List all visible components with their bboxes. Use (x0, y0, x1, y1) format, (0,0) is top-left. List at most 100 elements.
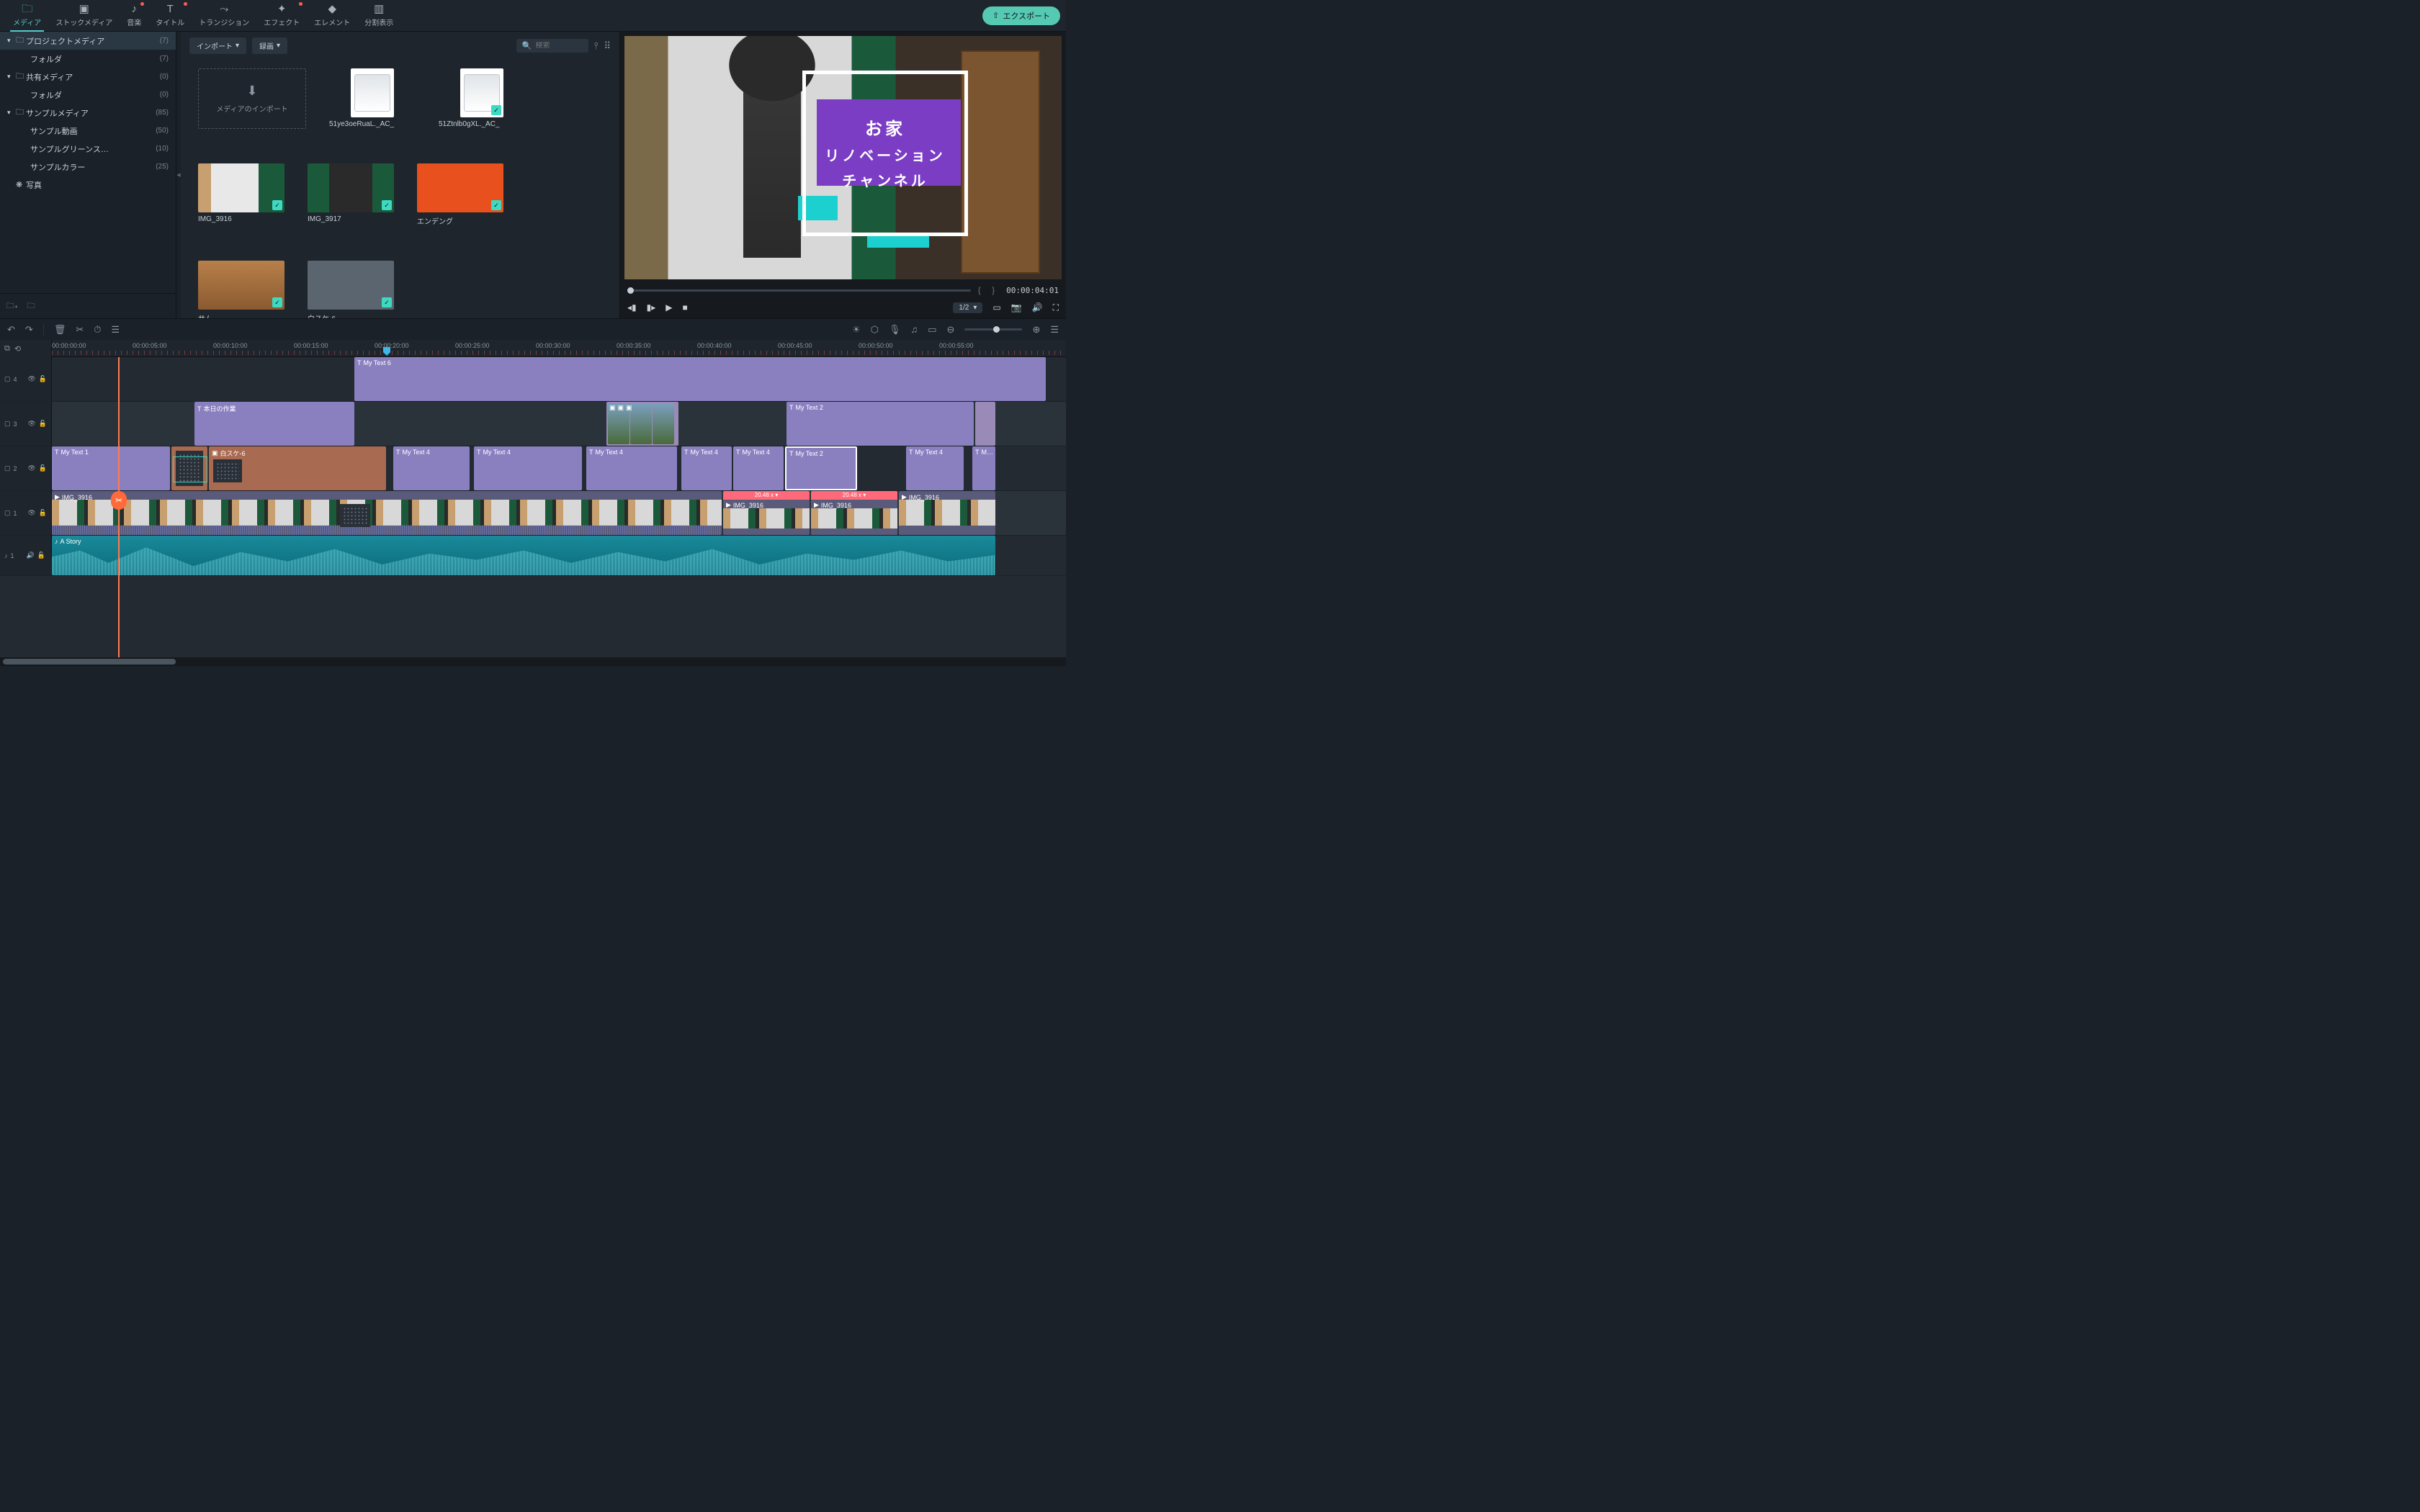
adjust-button[interactable]: ☰ (111, 324, 120, 336)
clip-overlay[interactable]: ▣白スケ-6 (209, 446, 386, 490)
lock-icon[interactable]: 🔓 (39, 420, 47, 428)
redo-button[interactable]: ↷ (25, 324, 33, 336)
zoom-out-button[interactable]: ⊖ (947, 324, 955, 336)
clip-text[interactable]: TMy Text 4 (681, 446, 732, 490)
open-folder-button[interactable]: 🗀 (24, 300, 37, 312)
media-item[interactable]: ✓IMG_3916 (198, 163, 284, 226)
tab-effect[interactable]: ✦エフェクト (256, 1, 307, 30)
sidebar-project-media[interactable]: ▾🗀プロジェクトメディア(7) (0, 32, 176, 50)
zoom-slider[interactable] (964, 328, 1022, 330)
sidebar-sample-color[interactable]: サンプルカラー(25) (0, 158, 176, 176)
magnet-icon[interactable]: ⧉ (4, 344, 10, 354)
clip-text-selected[interactable]: TMy Text 2 (785, 446, 857, 490)
import-media-tile[interactable]: ⬇メディアのインポート (198, 68, 306, 129)
sidebar-folder[interactable]: フォルダ(7) (0, 50, 176, 68)
clip-text[interactable]: TMy Text 4 (393, 446, 470, 490)
media-item[interactable]: ✓51Ztnlb0gXL._AC_ (439, 68, 525, 129)
grid-view-button[interactable]: ⠿ (604, 40, 611, 52)
preview-scrubber[interactable] (627, 289, 971, 292)
audio-mixer-button[interactable]: ♫ (910, 324, 918, 335)
delete-button[interactable]: 🗑 (54, 324, 66, 336)
clip-video[interactable]: ▶IMG_3916 (899, 491, 995, 535)
track-header-3[interactable]: ▢3👁🔓 (0, 402, 52, 446)
clip-text[interactable]: TMy Text 6 (354, 357, 1046, 401)
eye-icon[interactable]: 👁 (27, 464, 35, 472)
track-3[interactable]: T本日の作業 ▣▣▣ TMy Text 2 (52, 402, 1066, 446)
marker-button[interactable]: ⬡ (871, 324, 879, 336)
sidebar-sample-media[interactable]: ▾🗀サンプルメディア(85) (0, 104, 176, 122)
snapshot-button[interactable]: 📷 (1011, 302, 1022, 312)
split-handle[interactable] (111, 491, 127, 510)
media-item[interactable]: ✓エンデング (417, 163, 503, 226)
preview-display-button[interactable]: ▭ (992, 302, 1000, 312)
track-header-audio-1[interactable]: ♪1🔊🔓 (0, 536, 52, 575)
undo-button[interactable]: ↶ (7, 324, 15, 336)
next-frame-button[interactable]: ▮▸ (647, 302, 656, 312)
prev-frame-button[interactable]: ◂▮ (627, 302, 637, 312)
tab-media[interactable]: 🗀メディア (6, 1, 48, 30)
eye-icon[interactable]: 👁 (27, 509, 35, 517)
clip-audio[interactable]: ♪A Story (52, 536, 995, 575)
import-dropdown[interactable]: インポート▾ (189, 37, 246, 54)
track-4[interactable]: TMy Text 6 (52, 357, 1066, 401)
track-header-1[interactable]: ▢1👁🔓 (0, 491, 52, 535)
timeline-ruler[interactable]: 00:00:00:0000:00:05:0000:00:10:0000:00:1… (52, 340, 1066, 357)
media-item[interactable]: ✓白スケ-6 (308, 261, 394, 318)
clip-text[interactable]: TMy Text 1 (52, 446, 170, 490)
clip-text[interactable]: TMy Text 4 (474, 446, 582, 490)
sidebar-shared-media[interactable]: ▾🗀共有メディア(0) (0, 68, 176, 86)
tab-element[interactable]: ◆エレメント (307, 1, 357, 30)
timeline-scrollbar[interactable] (0, 657, 1066, 666)
filter-button[interactable]: ⫯ (594, 40, 599, 52)
split-button[interactable]: ✂ (76, 324, 84, 336)
clip-text[interactable]: TMy Text 2 (786, 402, 974, 446)
preview-viewport[interactable]: お家 リノベーション チャンネル (624, 36, 1062, 279)
lock-icon[interactable]: 🔓 (39, 375, 47, 383)
eye-icon[interactable]: 👁 (27, 420, 35, 428)
search-input[interactable] (536, 42, 586, 50)
clip-video[interactable]: 20.48 x ▾▶IMG_3916 (723, 491, 810, 535)
tab-title[interactable]: Tタイトル (148, 1, 192, 30)
lock-icon[interactable]: 🔓 (39, 464, 47, 472)
sidebar-sample-video[interactable]: サンプル動画(50) (0, 122, 176, 140)
clip-text[interactable]: TMy Text 4 (586, 446, 677, 490)
sidebar-sample-green[interactable]: サンプルグリーンス…(10) (0, 140, 176, 158)
in-out-brackets[interactable]: { } (978, 285, 999, 295)
clip-image[interactable] (975, 402, 995, 446)
clip-text[interactable]: T本日の作業 (194, 402, 354, 446)
tab-transition[interactable]: ⤳トランジション (192, 1, 256, 30)
clip-video[interactable]: ▶IMG_3916 (52, 491, 722, 535)
sidebar-photo[interactable]: ❋写真 (0, 176, 176, 194)
media-item[interactable]: ✓IMG_3917 (308, 163, 394, 226)
clip-image-stack[interactable]: ▣▣▣ (606, 402, 678, 446)
new-folder-button[interactable]: 🗀₊ (6, 300, 19, 312)
lock-icon[interactable]: 🔓 (39, 509, 47, 517)
clip-text[interactable]: TM… (972, 446, 995, 490)
tab-music[interactable]: ♪音楽 (120, 1, 148, 30)
media-item[interactable]: 51ye3oeRuaL._AC_ (329, 68, 416, 129)
track-audio-1[interactable]: ♪A Story (52, 536, 1066, 575)
clip-text[interactable]: TMy Text 4 (733, 446, 784, 490)
record-dropdown[interactable]: 録画▾ (252, 37, 287, 54)
voiceover-button[interactable]: 🎙 (889, 324, 901, 336)
preview-volume-button[interactable]: 🔊 (1032, 302, 1043, 312)
tab-split-view[interactable]: ▥分割表示 (357, 1, 400, 30)
export-button[interactable]: ⇧エクスポート (982, 6, 1060, 25)
speed-button[interactable]: ⏱ (94, 324, 101, 336)
subtitle-button[interactable]: ▭ (928, 324, 936, 336)
search-field[interactable]: 🔍 (516, 39, 588, 53)
zoom-in-button[interactable]: ⊕ (1032, 324, 1040, 336)
media-item[interactable]: ✓サム (198, 261, 284, 318)
track-1[interactable]: ▶IMG_3916 20.48 x ▾▶IMG_3916 20.48 x ▾▶I… (52, 491, 1066, 535)
tab-stock-media[interactable]: ▣ストックメディア (48, 1, 120, 30)
sidebar-folder-2[interactable]: フォルダ(0) (0, 86, 176, 104)
eye-icon[interactable]: 👁 (27, 375, 35, 383)
render-button[interactable]: ☀ (852, 324, 861, 336)
track-header-4[interactable]: ▢4👁🔓 (0, 357, 52, 401)
clip-video[interactable]: 20.48 x ▾▶IMG_3916 (811, 491, 897, 535)
preview-zoom-select[interactable]: 1/2▾ (953, 302, 982, 313)
lock-icon[interactable]: 🔓 (37, 552, 45, 559)
clip-text[interactable]: TMy Text 4 (906, 446, 964, 490)
speaker-icon[interactable]: 🔊 (27, 552, 35, 559)
link-icon[interactable]: ⟲ (14, 344, 21, 354)
